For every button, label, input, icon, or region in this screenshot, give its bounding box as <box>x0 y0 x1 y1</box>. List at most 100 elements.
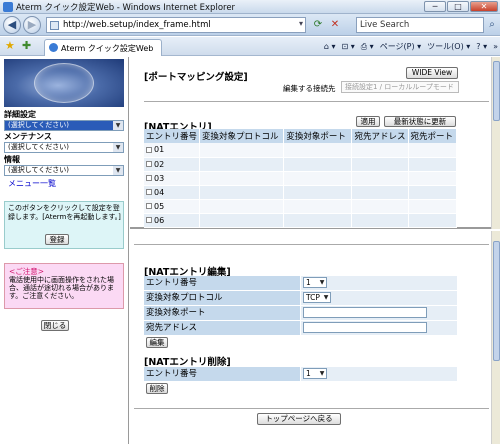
menu-list-link[interactable]: メニュー一覧 <box>8 178 56 189</box>
lower-scrollbar[interactable] <box>491 231 500 444</box>
tab-aterm[interactable]: Aterm クイック設定Web <box>44 39 162 56</box>
back-button[interactable]: ◀ <box>3 16 21 34</box>
delete-entry-value-cell: 1 ▼ <box>301 367 457 381</box>
column-header: 変換対象プロトコル <box>199 129 285 143</box>
connection-label: 編集する接続先 <box>283 84 336 93</box>
table-cell <box>199 171 285 186</box>
maximize-button[interactable]: □ <box>447 1 469 12</box>
info-select[interactable]: (選択してください) ▼ <box>4 165 124 176</box>
back-to-top-button[interactable]: トップページへ戻る <box>257 413 341 425</box>
lower-frame: [NATエントリ編集] エントリ番号 1 ▼ 変換対象プロトコル TCP ▼ 変… <box>130 231 500 444</box>
table-cell <box>199 199 285 214</box>
entry-number: 03 <box>154 173 165 183</box>
connection-select[interactable]: 接続設定1 / ローカルループモード <box>341 81 459 93</box>
scrollbar-thumb[interactable] <box>493 61 500 121</box>
delete-button[interactable]: 削除 <box>146 383 168 394</box>
table-cell <box>351 157 409 172</box>
entry-number-cell: 04 <box>144 185 201 200</box>
search-input[interactable]: Live Search <box>356 17 484 33</box>
maintenance-select[interactable]: (選択してください) ▼ <box>4 142 124 153</box>
entry-number: 05 <box>154 201 165 211</box>
select-value: (選択してください) <box>8 143 70 151</box>
tools-menu[interactable]: ツール(O) ▾ <box>427 41 470 52</box>
upper-scrollbar[interactable] <box>491 57 500 229</box>
select-value: TCP <box>306 293 320 302</box>
protocol-select[interactable]: TCP ▼ <box>303 292 331 303</box>
window-title: Aterm クイック設定Web - Windows Internet Explo… <box>16 3 236 13</box>
print-command[interactable]: ⎙ ▾ <box>361 42 374 52</box>
table-cell <box>408 213 457 228</box>
table-cell <box>283 213 353 228</box>
apply-button[interactable]: 適用 <box>356 116 380 127</box>
left-frame: 詳細設定 (選択してください) ▼ メンテナンス (選択してください) ▼ 情報… <box>0 57 129 444</box>
more-commands[interactable]: » <box>493 42 498 51</box>
entry-number-select[interactable]: 1 ▼ <box>303 277 327 288</box>
close-window-button[interactable]: ✕ <box>470 1 498 12</box>
column-header: 変換対象ポート <box>283 129 353 143</box>
home-command[interactable]: ⌂ ▾ <box>324 42 336 51</box>
nat-entry-table: エントリ番号 変換対象プロトコル 変換対象ポート 宛先アドレス 宛先ポート 01… <box>144 129 457 228</box>
table-cell <box>408 171 457 186</box>
search-icon[interactable]: ⌕ <box>485 17 499 33</box>
page-menu[interactable]: ページ(P) ▾ <box>380 41 421 52</box>
delete-entry-row: エントリ番号 1 ▼ <box>144 367 457 381</box>
add-favorite-icon[interactable]: ✚ <box>22 39 31 52</box>
row-checkbox[interactable] <box>146 146 152 153</box>
address-url: http://web.setup/index_frame.html <box>63 20 211 30</box>
chevron-down-icon: ▼ <box>319 279 325 286</box>
globe-graphic <box>34 63 94 103</box>
address-dropdown-icon[interactable]: ▾ <box>299 19 303 28</box>
forward-button[interactable]: ▶ <box>23 16 41 34</box>
advanced-settings-select[interactable]: (選択してください) ▼ <box>4 120 124 131</box>
table-cell <box>351 199 409 214</box>
delete-entry-select[interactable]: 1 ▼ <box>303 368 327 379</box>
row-checkbox[interactable] <box>146 175 152 181</box>
edit-button[interactable]: 編集 <box>146 337 168 348</box>
feeds-command[interactable]: ⊡ ▾ <box>341 42 354 51</box>
refresh-status-button[interactable]: 最新状態に更新 <box>384 116 456 127</box>
refresh-icon[interactable]: ⟳ <box>310 17 326 33</box>
browser-viewport: 詳細設定 (選択してください) ▼ メンテナンス (選択してください) ▼ 情報… <box>0 57 500 444</box>
select-value: (選択してください) <box>8 166 70 174</box>
port-label: 変換対象ポート <box>144 306 300 320</box>
table-row: 06 <box>144 213 457 228</box>
table-cell <box>283 157 353 172</box>
caution-box: <ご注意> 電話使用中に画面操作をされた場合、通話が途切れる場合があります。ご注… <box>4 263 124 309</box>
scrollbar-thumb[interactable] <box>493 241 500 361</box>
address-label: 宛先アドレス <box>144 321 300 335</box>
wide-view-button[interactable]: WIDE View <box>406 67 458 79</box>
ie-icon <box>49 43 58 52</box>
minimize-button[interactable]: ─ <box>424 1 446 12</box>
divider <box>134 408 489 409</box>
menu-group-label: 情報 <box>4 155 20 164</box>
port-value-cell <box>301 306 457 320</box>
row-checkbox[interactable] <box>146 161 152 167</box>
address-input[interactable]: http://web.setup/index_frame.html ▾ <box>46 17 306 33</box>
table-cell <box>199 185 285 200</box>
table-cell <box>408 199 457 214</box>
address-input-field[interactable] <box>303 322 427 333</box>
entry-number-cell: 03 <box>144 171 201 186</box>
row-checkbox[interactable] <box>146 189 152 195</box>
chevron-down-icon: ▼ <box>319 370 325 377</box>
table-cell <box>283 185 353 200</box>
chevron-down-icon: ▼ <box>113 143 123 152</box>
page-title: [ポートマッピング設定] <box>144 72 248 83</box>
row-checkbox[interactable] <box>146 217 152 223</box>
tab-label: Aterm クイック設定Web <box>61 44 154 53</box>
table-cell <box>408 143 457 158</box>
register-box: このボタンをクリックして設定を登録します。[Atermを再起動します。] 登録 <box>4 201 124 249</box>
entry-number: 04 <box>154 187 165 197</box>
stop-icon[interactable]: ✕ <box>327 17 343 33</box>
menu-group-info: 情報 (選択してください) ▼ <box>4 154 124 176</box>
favorites-star-icon[interactable]: ★ <box>5 39 15 52</box>
table-row: 02 <box>144 157 457 172</box>
address-value-cell <box>301 321 457 335</box>
help-menu[interactable]: ? ▾ <box>476 42 487 51</box>
register-button[interactable]: 登録 <box>45 234 69 245</box>
table-cell <box>351 171 409 186</box>
port-input[interactable] <box>303 307 427 318</box>
row-checkbox[interactable] <box>146 203 152 209</box>
close-button[interactable]: 閉じる <box>41 320 69 331</box>
delete-entry-label: エントリ番号 <box>144 367 300 381</box>
